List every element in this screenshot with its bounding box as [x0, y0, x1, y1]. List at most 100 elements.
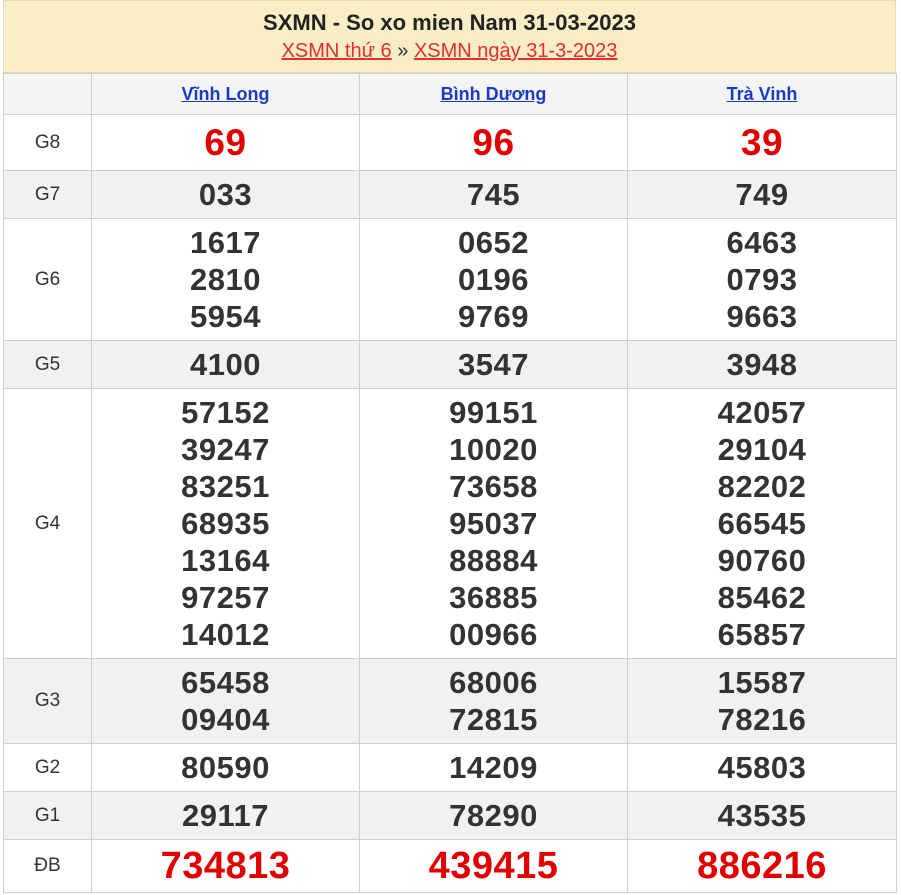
- prize-number: 0196: [458, 262, 529, 297]
- prize-number: 68006: [449, 665, 538, 700]
- prize-number: 95037: [449, 506, 538, 541]
- prize-number: 00966: [449, 617, 538, 652]
- results-header: SXMN - So xo mien Nam 31-03-2023 XSMN th…: [3, 0, 896, 73]
- prize-number: 749: [735, 177, 789, 212]
- prize-cell: 29117: [91, 791, 360, 840]
- prize-cell: 439415: [359, 839, 628, 893]
- prize-number: 2810: [190, 262, 261, 297]
- prize-label: G6: [3, 218, 92, 341]
- prize-cell: 57152 39247 83251 68935 13164 97257 14012: [91, 388, 360, 659]
- prize-cell: 3948: [627, 340, 897, 389]
- prize-cell: 69: [91, 114, 360, 171]
- results-table: Vĩnh Long Bình Dương Trà Vinh G8 69 96 39 G7…: [3, 73, 897, 893]
- prize-number: 3547: [458, 347, 529, 382]
- province-link-tra-vinh[interactable]: Trà Vinh: [727, 84, 798, 104]
- prize-cell: 96: [359, 114, 628, 171]
- prize-number: 09404: [181, 702, 270, 737]
- prize-number: 65857: [717, 617, 807, 652]
- prize-row-g8: G8 69 96 39: [3, 114, 897, 171]
- prize-number: 78290: [449, 798, 538, 833]
- prize-number: 68935: [181, 506, 270, 541]
- prize-cell: 45803: [627, 743, 897, 792]
- prize-number: 78216: [717, 702, 807, 737]
- prize-cell: 749: [627, 170, 897, 219]
- prize-number: 39247: [181, 432, 270, 467]
- prize-number: 3948: [726, 347, 798, 382]
- prize-number: 82202: [717, 469, 807, 504]
- prize-cell: 745: [359, 170, 628, 219]
- prize-row-g4: G4 57152 39247 83251 68935 13164 97257 14012 991…: [3, 388, 897, 659]
- link-xsmn-date[interactable]: XSMN ngày 31-3-2023: [414, 40, 617, 62]
- prize-number: 72815: [449, 702, 538, 737]
- prize-number: 9769: [458, 299, 529, 334]
- prize-number: 13164: [181, 543, 270, 578]
- prize-number: 43535: [717, 798, 807, 833]
- prize-label: G5: [3, 340, 92, 389]
- prize-label: G4: [3, 388, 92, 659]
- prize-cell: 4100: [91, 340, 360, 389]
- prize-number: 0793: [726, 262, 798, 297]
- prize-cell: 39: [627, 114, 897, 171]
- prize-number: 15587: [717, 665, 807, 700]
- prize-number: 033: [198, 177, 253, 212]
- prize-number: 73658: [449, 469, 538, 504]
- prize-row-g1: G1 29117 78290 43535: [3, 791, 897, 840]
- prize-number: 57152: [181, 395, 270, 430]
- prize-cell: 43535: [627, 791, 897, 840]
- prize-number: 1617: [190, 225, 261, 260]
- prize-number: 88884: [449, 543, 538, 578]
- prize-label: G2: [3, 743, 92, 792]
- prize-cell: 14209: [359, 743, 628, 792]
- prize-row-g6: G6 1617 2810 5954 0652 0196 9769 6463 0793 9663: [3, 218, 897, 341]
- province-header: Trà Vinh: [627, 73, 897, 115]
- prize-cell: 78290: [359, 791, 628, 840]
- empty-header-cell: [3, 73, 92, 115]
- prize-number: 97257: [181, 580, 270, 615]
- province-header: Bình Dương: [359, 73, 628, 115]
- prize-cell: 99151 10020 73658 95037 88884 36885 00966: [359, 388, 628, 659]
- prize-row-g5: G5 4100 3547 3948: [3, 340, 897, 389]
- prize-label: G3: [3, 658, 92, 744]
- prize-label: G8: [3, 114, 92, 171]
- prize-number: 99151: [449, 395, 538, 430]
- prize-number: 66545: [717, 506, 807, 541]
- prize-cell: 42057 29104 82202 66545 90760 85462 65857: [627, 388, 897, 659]
- prize-number: 10020: [449, 432, 538, 467]
- prize-cell: 3547: [359, 340, 628, 389]
- prize-row-g3: G3 65458 09404 68006 72815 15587 78216: [3, 658, 897, 744]
- prize-number: 886216: [697, 845, 827, 887]
- prize-number: 745: [466, 177, 521, 212]
- prize-number: 83251: [181, 469, 270, 504]
- prize-number: 4100: [190, 347, 261, 382]
- prize-number: 42057: [717, 395, 807, 430]
- prize-cell: 15587 78216: [627, 658, 897, 744]
- prize-number: 734813: [160, 845, 291, 887]
- prize-row-g2: G2 80590 14209 45803: [3, 743, 897, 792]
- prize-cell: 1617 2810 5954: [91, 218, 360, 341]
- prize-number: 5954: [190, 299, 261, 334]
- province-header: Vĩnh Long: [91, 73, 360, 115]
- prize-number: 80590: [181, 750, 270, 785]
- prize-row-g7: G7 033 745 749: [3, 170, 897, 219]
- prize-cell: 734813: [91, 839, 360, 893]
- prize-number: 90760: [717, 543, 807, 578]
- link-xsmn-weekday[interactable]: XSMN thứ 6: [282, 40, 392, 62]
- prize-number: 96: [472, 121, 515, 163]
- prize-number: 36885: [449, 580, 538, 615]
- prize-number: 85462: [717, 580, 807, 615]
- prize-number: 6463: [726, 225, 798, 260]
- prize-number: 29117: [182, 798, 269, 833]
- prize-cell: 0652 0196 9769: [359, 218, 628, 341]
- prize-number: 0652: [458, 225, 529, 260]
- prize-number: 29104: [717, 432, 807, 467]
- breadcrumb-separator: »: [397, 40, 409, 62]
- prize-label: G1: [3, 791, 92, 840]
- prize-cell: 65458 09404: [91, 658, 360, 744]
- prize-number: 9663: [726, 299, 798, 334]
- prize-cell: 80590: [91, 743, 360, 792]
- prize-number: 65458: [181, 665, 270, 700]
- province-link-vinh-long[interactable]: Vĩnh Long: [182, 84, 270, 104]
- province-link-binh-duong[interactable]: Bình Dương: [441, 84, 547, 104]
- prize-number: 39: [740, 121, 784, 163]
- prize-cell: 68006 72815: [359, 658, 628, 744]
